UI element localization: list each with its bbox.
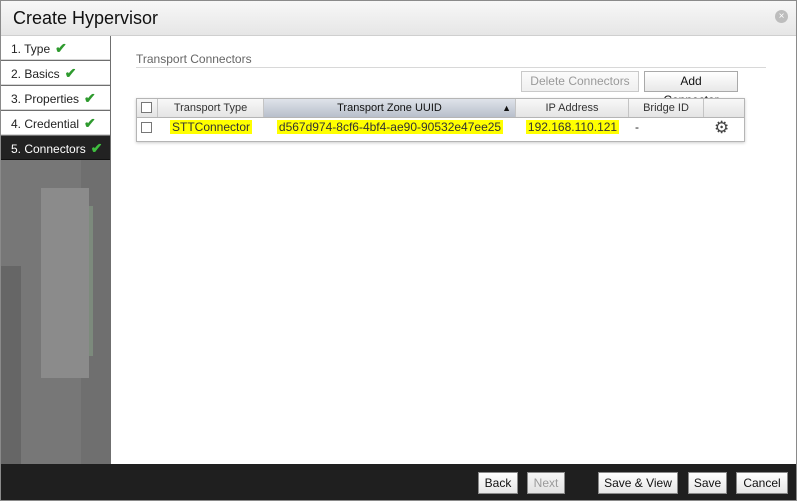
ip-address-value: 192.168.110.121	[525, 120, 620, 134]
step-label: 1. Type	[11, 42, 51, 56]
step-label: 3. Properties	[11, 92, 80, 106]
column-header-zone-uuid[interactable]: Transport Zone UUID ▲	[264, 99, 516, 117]
save-and-view-button[interactable]: Save & View	[598, 472, 678, 494]
step-label: 4. Credential	[11, 117, 80, 131]
dialog-footer: Back Next Save & View Save Cancel	[1, 464, 796, 500]
header-select-cell	[137, 99, 158, 117]
step-connectors[interactable]: 5. Connectors ✔	[1, 136, 110, 160]
wizard-steps-sidebar: 1. Type ✔ 2. Basics ✔ 3. Properties ✔ 4. Cr…	[1, 36, 111, 464]
column-header-transport-type[interactable]: Transport Type	[158, 99, 264, 117]
checkmark-icon: ✔	[84, 115, 96, 131]
zone-uuid-cell: d567d974-8cf6-4bf4-ae90-90532e47ee25	[264, 119, 516, 136]
connectors-table: Transport Type Transport Zone UUID ▲ IP …	[136, 98, 745, 142]
checkmark-icon: ✔	[64, 65, 77, 81]
column-header-label: Transport Zone UUID	[337, 102, 442, 114]
zone-uuid-value: d567d974-8cf6-4bf4-ae90-90532e47ee25	[276, 120, 504, 134]
select-all-checkbox[interactable]	[141, 102, 152, 113]
create-hypervisor-dialog: Create Hypervisor × 1. Type ✔ 2. Basics ✔ …	[0, 0, 797, 501]
save-button[interactable]: Save	[688, 472, 727, 494]
sidebar-background-shape	[89, 206, 93, 356]
bridge-id-cell: -	[635, 120, 639, 134]
step-label: 5. Connectors	[11, 142, 86, 156]
add-connector-button[interactable]: Add Connector	[644, 71, 738, 107]
row-select-checkbox[interactable]	[141, 122, 152, 133]
cancel-button[interactable]: Cancel	[736, 472, 788, 494]
column-header-bridge-id[interactable]: Bridge ID	[629, 99, 704, 117]
step-label: 2. Basics	[11, 67, 60, 81]
table-header: Transport Type Transport Zone UUID ▲ IP …	[137, 99, 744, 118]
column-header-ip-address[interactable]: IP Address	[516, 99, 629, 117]
gear-icon[interactable]: ⚙	[714, 119, 729, 136]
transport-type-value: STTConnector	[169, 120, 253, 134]
next-button[interactable]: Next	[527, 472, 565, 494]
ip-address-cell: 192.168.110.121	[516, 119, 629, 136]
section-divider	[136, 67, 766, 68]
checkmark-icon: ✔	[84, 90, 96, 106]
column-header-actions	[704, 99, 744, 117]
step-type[interactable]: 1. Type ✔	[1, 36, 110, 60]
close-icon[interactable]: ×	[775, 10, 788, 23]
section-title: Transport Connectors	[136, 52, 252, 66]
sidebar-background-shape	[41, 188, 89, 378]
transport-type-cell: STTConnector	[158, 119, 264, 136]
step-credential[interactable]: 4. Credential ✔	[1, 111, 110, 135]
dialog-titlebar: Create Hypervisor ×	[1, 1, 796, 36]
checkmark-icon: ✔	[90, 140, 103, 156]
sidebar-background-shape	[1, 266, 21, 464]
dialog-title: Create Hypervisor	[13, 8, 159, 28]
connectors-panel: Transport Connectors Delete Connectors A…	[111, 36, 796, 464]
delete-connectors-button[interactable]: Delete Connectors	[521, 71, 639, 92]
back-button[interactable]: Back	[478, 472, 518, 494]
step-basics[interactable]: 2. Basics ✔	[1, 61, 110, 85]
sort-ascending-icon: ▲	[502, 103, 511, 113]
checkmark-icon: ✔	[55, 40, 67, 56]
step-properties[interactable]: 3. Properties ✔	[1, 86, 110, 110]
